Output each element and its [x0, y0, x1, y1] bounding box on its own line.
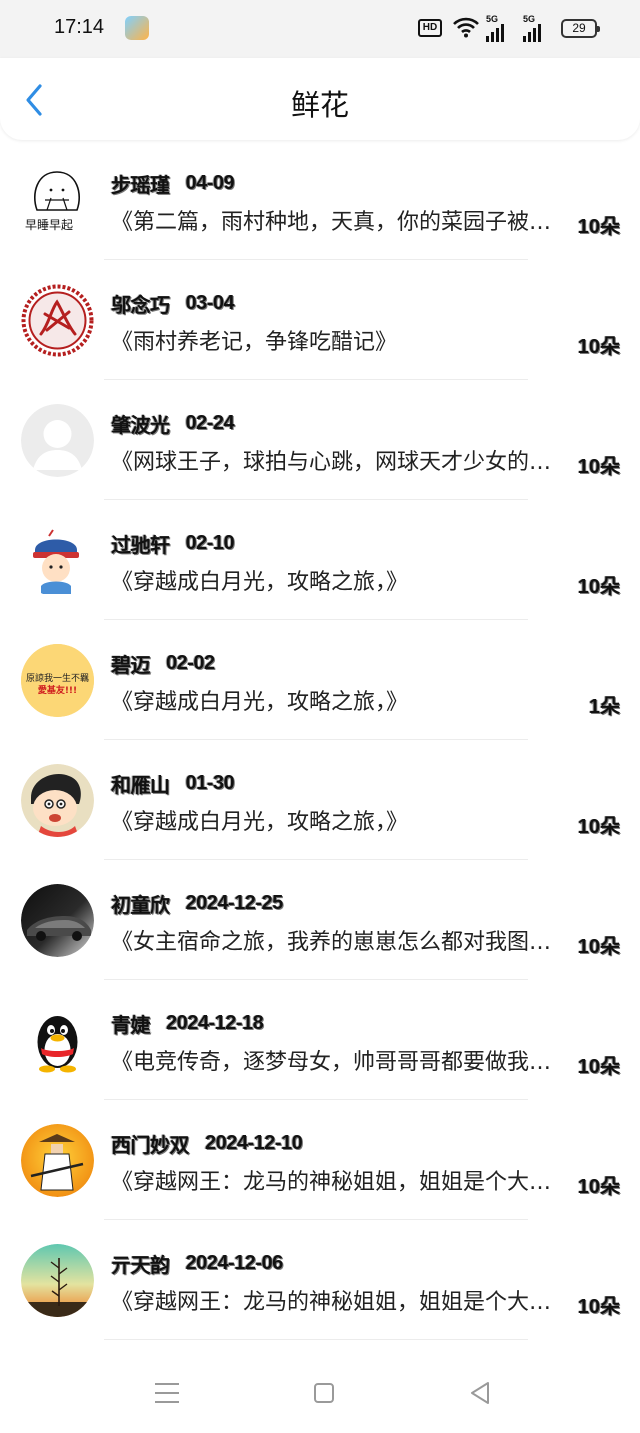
- avatar: [21, 1124, 94, 1197]
- back-triangle-icon[interactable]: [466, 1378, 496, 1408]
- list-item[interactable]: 和雁山 01-30 《穿越成白月光，攻略之旅，》 10朵: [0, 740, 640, 860]
- flower-list: 早睡早起 步瑶瑾 04-09 《第二篇，雨村种地，天真，你的菜园子被猪拱了》 1…: [0, 140, 640, 1340]
- home-square-icon[interactable]: [309, 1378, 339, 1408]
- book-title: 《雨村养老记，争锋吃醋记》: [111, 330, 398, 355]
- avatar: 原諒我一生不羈 愛基友!!!: [21, 644, 94, 717]
- list-item[interactable]: 早睡早起 步瑶瑾 04-09 《第二篇，雨村种地，天真，你的菜园子被猪拱了》 1…: [0, 140, 640, 260]
- status-time: 17:14: [54, 16, 105, 38]
- date-text: 02-24: [185, 411, 235, 434]
- flower-count: 10朵: [577, 456, 620, 478]
- user-name: 过驰轩: [111, 534, 170, 557]
- user-name: 西门妙双: [111, 1134, 190, 1157]
- avatar: [21, 524, 94, 597]
- book-title: 《穿越成白月光，攻略之旅，》: [111, 690, 409, 715]
- status-bar: 17:14 HD 5G 5G 29: [0, 0, 640, 58]
- list-item[interactable]: 西门妙双 2024-12-10 《穿越网王：龙马的神秘姐姐，姐姐是个大美人》 1…: [0, 1100, 640, 1220]
- page-title: 鲜花: [290, 88, 349, 122]
- book-title: 《穿越网王：龙马的神秘姐姐，姐姐是个大美人》: [111, 1290, 561, 1315]
- divider: [104, 1339, 528, 1340]
- crayon-boy-icon: [21, 764, 94, 837]
- user-name: 邬念巧: [111, 294, 170, 317]
- avatar-caption: 早睡早起: [25, 218, 74, 232]
- list-item[interactable]: 青婕 2024-12-18 《电竞传奇，逐梦母女，帅哥哥哥都要做我的人》 10朵: [0, 980, 640, 1100]
- avatar: [21, 1244, 94, 1317]
- list-item[interactable]: 过驰轩 02-10 《穿越成白月光，攻略之旅，》 10朵: [0, 500, 640, 620]
- book-title: 《电竞传奇，逐梦母女，帅哥哥哥都要做我的人》: [111, 1050, 561, 1075]
- avatar: [21, 1004, 94, 1077]
- book-title: 《网球王子，球拍与心跳，网球天才少女的恋爱日常》: [111, 450, 561, 475]
- qq-penguin-icon: [21, 1004, 94, 1077]
- flower-count: 10朵: [577, 936, 620, 958]
- signal-1-label: 5G: [486, 14, 499, 24]
- swordsman-sunset-icon: [21, 1124, 94, 1197]
- list-item[interactable]: 邬念巧 03-04 《雨村养老记，争锋吃醋记》 10朵: [0, 260, 640, 380]
- list-item[interactable]: 初童欣 2024-12-25 《女主宿命之旅，我养的崽崽怎么都对我图谋不轨》 1…: [0, 860, 640, 980]
- avatar: [21, 764, 94, 837]
- red-papercut-icon: [21, 284, 94, 357]
- flower-count: 10朵: [577, 1056, 620, 1078]
- dark-car-icon: [21, 884, 94, 957]
- flower-count: 10朵: [577, 1296, 620, 1318]
- date-text: 2024-12-18: [166, 1011, 264, 1034]
- avatar: [21, 284, 94, 357]
- flower-count: 10朵: [577, 816, 620, 838]
- wifi-icon: [453, 17, 479, 38]
- book-title: 《穿越成白月光，攻略之旅，》: [111, 810, 409, 835]
- book-title: 《穿越成白月光，攻略之旅，》: [111, 570, 409, 595]
- date-text: 03-04: [185, 291, 235, 314]
- hd-badge: HD: [418, 19, 442, 37]
- date-text: 2024-12-25: [185, 891, 284, 914]
- avatar: [21, 404, 94, 477]
- battery-indicator: 29: [561, 19, 600, 38]
- flower-count: 10朵: [577, 1176, 620, 1198]
- avatar: 早睡早起: [21, 164, 94, 237]
- user-name: 肇波光: [111, 414, 170, 437]
- date-text: 2024-12-06: [185, 1251, 284, 1274]
- book-title: 《第二篇，雨村种地，天真，你的菜园子被猪拱了》: [111, 210, 561, 235]
- date-text: 04-09: [185, 171, 235, 194]
- user-name: 碧迈: [111, 654, 151, 677]
- user-name: 初童欣: [111, 894, 170, 917]
- app-notification-icon: [125, 16, 149, 40]
- avatar: [21, 884, 94, 957]
- menu-icon[interactable]: [152, 1378, 182, 1408]
- user-name: 青婕: [111, 1014, 151, 1037]
- list-item[interactable]: 亓天韵 2024-12-06 《穿越网王：龙马的神秘姐姐，姐姐是个大美人》 10…: [0, 1220, 640, 1340]
- list-item[interactable]: 原諒我一生不羈 愛基友!!! 碧迈 02-02 《穿越成白月光，攻略之旅，》 1…: [0, 620, 640, 740]
- default-user-icon: [21, 404, 94, 477]
- user-name: 亓天韵: [111, 1254, 170, 1277]
- flower-count: 10朵: [577, 216, 620, 238]
- user-name: 和雁山: [111, 774, 170, 797]
- date-text: 02-02: [166, 651, 215, 674]
- system-nav-bar: [0, 1350, 640, 1433]
- list-item[interactable]: 肇波光 02-24 《网球王子，球拍与心跳，网球天才少女的恋爱日常》 10朵: [0, 380, 640, 500]
- user-name: 步瑶瑾: [111, 174, 170, 197]
- date-text: 2024-12-10: [205, 1131, 303, 1154]
- date-text: 01-30: [185, 771, 235, 794]
- plant-sunset-icon: [21, 1244, 94, 1317]
- book-title: 《女主宿命之旅，我养的崽崽怎么都对我图谋不轨》: [111, 930, 561, 955]
- flower-count: 10朵: [577, 576, 620, 598]
- flower-count: 1朵: [588, 696, 620, 718]
- book-title: 《穿越网王：龙马的神秘姐姐，姐姐是个大美人》: [111, 1170, 561, 1195]
- cartoon-official-icon: [21, 524, 94, 597]
- avatar-text-line-2: 愛基友!!!: [37, 686, 78, 696]
- signal-2-label: 5G: [523, 14, 536, 24]
- header-bar: 鲜花: [0, 58, 640, 140]
- date-text: 02-10: [185, 531, 235, 554]
- flower-count: 10朵: [577, 336, 620, 358]
